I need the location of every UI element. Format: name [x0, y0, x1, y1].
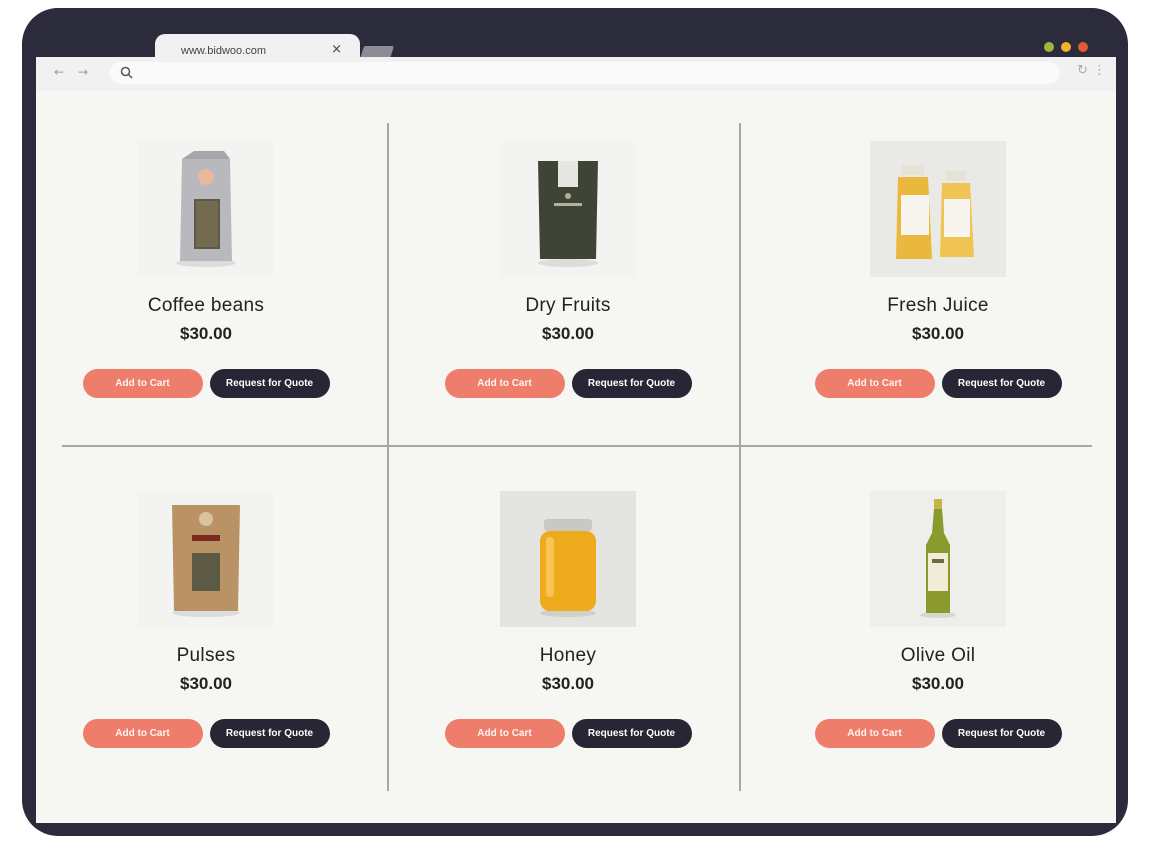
address-bar[interactable] — [110, 62, 1060, 84]
browser-toolbar: ← → ↻ ⋮ — [36, 57, 1116, 91]
coffee-bag-image — [138, 141, 274, 277]
product-name: Coffee beans — [147, 295, 265, 316]
request-quote-button[interactable]: Request for Quote — [209, 719, 330, 748]
product-image-kraft-bag[interactable] — [138, 491, 274, 627]
product-price: $30.00 — [180, 674, 232, 693]
tab-title: www.bidwoo.com — [181, 45, 266, 57]
add-to-cart-button[interactable]: Add to Cart — [444, 719, 565, 748]
product-name: Honey — [539, 645, 597, 666]
reload-icon[interactable]: ↻ — [1077, 63, 1088, 78]
add-to-cart-button[interactable]: Add to Cart — [82, 719, 203, 748]
product-price: $30.00 — [180, 324, 232, 343]
request-quote-button[interactable]: Request for Quote — [209, 369, 330, 398]
add-to-cart-button[interactable]: Add to Cart — [814, 369, 935, 398]
close-dot[interactable] — [1078, 42, 1088, 52]
product-image-juice-bottles[interactable] — [870, 141, 1006, 277]
grid-divider — [739, 123, 741, 791]
dark-pouch-image — [500, 141, 636, 277]
page-viewport: Coffee beans $30.00 Add to Cart Request … — [36, 91, 1116, 823]
search-icon — [120, 66, 133, 79]
product-card: Pulses $30.00 Add to Cart Request for Qu… — [36, 491, 376, 791]
menu-kebab-icon[interactable]: ⋮ — [1093, 63, 1106, 78]
maximize-dot[interactable] — [1061, 42, 1071, 52]
request-quote-button[interactable]: Request for Quote — [941, 719, 1062, 748]
window-controls — [1044, 42, 1088, 52]
product-image-honey-jar[interactable] — [500, 491, 636, 627]
product-price: $30.00 — [912, 674, 964, 693]
kraft-bag-image — [138, 491, 274, 627]
product-price: $30.00 — [912, 324, 964, 343]
product-card: Fresh Juice $30.00 Add to Cart Request f… — [768, 141, 1108, 441]
product-image-olive-oil-bottle[interactable] — [870, 491, 1006, 627]
add-to-cart-button[interactable]: Add to Cart — [82, 369, 203, 398]
product-name: Dry Fruits — [525, 295, 611, 316]
add-to-cart-button[interactable]: Add to Cart — [444, 369, 565, 398]
request-quote-button[interactable]: Request for Quote — [571, 719, 692, 748]
product-card: Honey $30.00 Add to Cart Request for Quo… — [398, 491, 738, 791]
product-image-coffee-bag[interactable] — [138, 141, 274, 277]
add-to-cart-button[interactable]: Add to Cart — [814, 719, 935, 748]
product-price: $30.00 — [542, 674, 594, 693]
request-quote-button[interactable]: Request for Quote — [571, 369, 692, 398]
product-image-dark-pouch[interactable] — [500, 141, 636, 277]
product-card: Dry Fruits $30.00 Add to Cart Request fo… — [398, 141, 738, 441]
honey-jar-image — [500, 491, 636, 627]
product-card: Olive Oil $30.00 Add to Cart Request for… — [768, 491, 1108, 791]
product-price: $30.00 — [542, 324, 594, 343]
minimize-dot[interactable] — [1044, 42, 1054, 52]
product-name: Olive Oil — [900, 645, 976, 666]
product-name: Fresh Juice — [887, 295, 989, 316]
grid-divider — [62, 445, 1092, 447]
product-card: Coffee beans $30.00 Add to Cart Request … — [36, 141, 376, 441]
olive-oil-bottle-image — [870, 491, 1006, 627]
forward-arrow-icon[interactable]: → — [78, 65, 88, 79]
grid-divider — [387, 123, 389, 791]
close-icon[interactable]: × — [331, 42, 342, 57]
back-arrow-icon[interactable]: ← — [54, 65, 64, 79]
request-quote-button[interactable]: Request for Quote — [941, 369, 1062, 398]
juice-bottles-image — [870, 141, 1006, 277]
product-name: Pulses — [176, 645, 236, 666]
